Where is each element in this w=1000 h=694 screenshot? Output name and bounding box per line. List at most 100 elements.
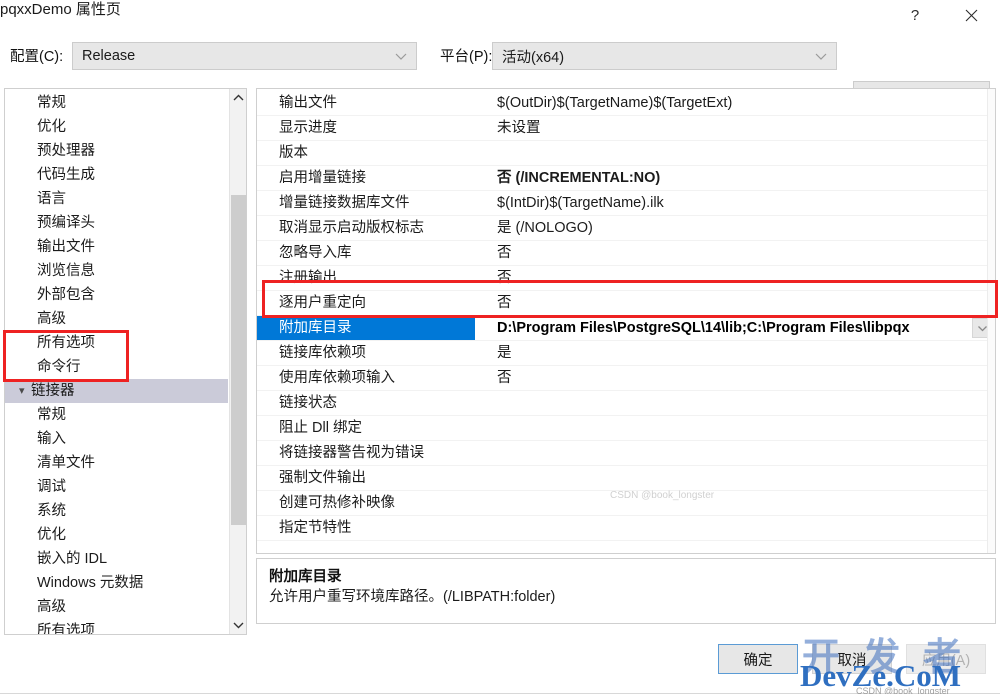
property-value: 否 [497,270,512,286]
property-value: 否 [497,245,512,261]
tree-item[interactable]: 所有选项 [5,331,228,355]
property-value: 是 (/NOLOGO) [497,220,593,236]
settings-tree-panel: 常规优化预处理器代码生成语言预编译头输出文件浏览信息外部包含高级所有选项命令行链… [4,88,247,635]
property-row[interactable]: 取消显示启动版权标志 是 (/NOLOGO) [257,216,995,241]
dialog-footer: 确定 取消 应用(A) [0,636,1000,694]
property-row[interactable]: 逐用户重定向 否 [257,291,995,316]
tree-item[interactable]: 高级 [5,595,228,619]
platform-value: 活动(x64) [502,49,565,66]
tree-item[interactable]: 链接器 [5,379,228,403]
apply-button[interactable]: 应用(A) [906,644,986,674]
description-panel: 附加库目录 允许用户重写环境库路径。(/LIBPATH:folder) [256,558,996,624]
property-name: 附加库目录 [257,316,475,340]
chevron-down-icon [395,53,407,60]
property-row[interactable]: 将链接器警告视为错误 [257,441,995,466]
tree-item[interactable]: 调试 [5,475,228,499]
property-name: 显示进度 [279,120,337,136]
tree-item[interactable]: 输出文件 [5,235,228,259]
tree-scrollbar-thumb[interactable] [231,195,246,525]
close-button[interactable] [948,0,994,31]
property-name: 输出文件 [279,95,337,111]
tree-item[interactable]: 系统 [5,499,228,523]
tree-item[interactable]: 嵌入的 IDL [5,547,228,571]
tree-scrollbar[interactable] [229,89,246,634]
tree-item-label: 输入 [37,431,66,447]
tree-item-label: 高级 [37,311,66,327]
property-value: 未设置 [497,120,541,136]
chevron-down-icon [977,326,987,332]
property-name: 链接库依赖项 [279,345,366,361]
tree-item[interactable]: 优化 [5,115,228,139]
property-name: 取消显示启动版权标志 [279,220,424,236]
tree-item-label: 清单文件 [37,455,95,471]
description-body: 允许用户重写环境库路径。(/LIBPATH:folder) [269,589,556,605]
tree-item[interactable]: 常规 [5,91,228,115]
tree-item[interactable]: 常规 [5,403,228,427]
tree-scroll-down-button[interactable] [230,616,246,634]
property-grid-scrollbar[interactable] [987,89,995,553]
property-name: 链接状态 [279,395,337,411]
property-grid-panel: 输出文件 $(OutDir)$(TargetName)$(TargetExt) 显示… [256,88,996,554]
tree-item-label: 输出文件 [37,239,95,255]
tree-item-label: 调试 [37,479,66,495]
property-row[interactable]: 附加库目录 D:\Program Files\PostgreSQL\14\lib;… [257,316,995,341]
property-row[interactable]: 指定节特性 [257,516,995,541]
tree-item-label: 常规 [37,95,66,111]
property-row[interactable]: 强制文件输出 [257,466,995,491]
property-row[interactable]: 注册输出 否 [257,266,995,291]
property-row[interactable]: 启用增量链接 否 (/INCREMENTAL:NO) [257,166,995,191]
tree-item-label: 链接器 [31,383,75,399]
tree-item[interactable]: 预处理器 [5,139,228,163]
property-row[interactable]: 链接库依赖项 是 [257,341,995,366]
property-grid: 输出文件 $(OutDir)$(TargetName)$(TargetExt) 显示… [257,91,995,541]
tree-item-label: 系统 [37,503,66,519]
tree-item[interactable]: 预编译头 [5,211,228,235]
property-row[interactable]: 显示进度 未设置 [257,116,995,141]
tree-item[interactable]: 代码生成 [5,163,228,187]
property-name: 阻止 Dll 绑定 [279,420,362,436]
property-row[interactable]: 增量链接数据库文件 $(IntDir)$(TargetName).ilk [257,191,995,216]
tree-item-label: 常规 [37,407,66,423]
property-row[interactable]: 阻止 Dll 绑定 [257,416,995,441]
property-name: 逐用户重定向 [279,295,366,311]
platform-combobox[interactable]: 活动(x64) [492,42,837,70]
tree-item-label: 浏览信息 [37,263,95,279]
chevron-down-icon [815,53,827,60]
tree-item[interactable]: 高级 [5,307,228,331]
ok-button[interactable]: 确定 [718,644,798,674]
property-name: 忽略导入库 [279,245,352,261]
tree-item[interactable]: 命令行 [5,355,228,379]
platform-label: 平台(P): [440,49,493,65]
tree-item[interactable]: 所有选项 [5,619,228,634]
expander-open-icon[interactable] [19,379,31,403]
configuration-combobox[interactable]: Release [72,42,417,70]
property-row[interactable]: 输出文件 $(OutDir)$(TargetName)$(TargetExt) [257,91,995,116]
tree-item[interactable]: 外部包含 [5,283,228,307]
tree-item[interactable]: 输入 [5,427,228,451]
chevron-down-icon [233,622,244,629]
tree-item[interactable]: 语言 [5,187,228,211]
close-icon [965,9,977,22]
property-row[interactable]: 忽略导入库 否 [257,241,995,266]
property-name: 启用增量链接 [279,170,366,186]
tree-item[interactable]: 清单文件 [5,451,228,475]
tree-item-label: 命令行 [37,359,81,375]
cancel-button[interactable]: 取消 [812,644,892,674]
tree-item[interactable]: 优化 [5,523,228,547]
configuration-label: 配置(C): [10,49,64,65]
help-button[interactable]: ? [892,0,938,31]
property-row[interactable]: 版本 [257,141,995,166]
property-row[interactable]: 使用库依赖项输入 否 [257,366,995,391]
tree-item-label: 高级 [37,599,66,615]
property-name: 增量链接数据库文件 [279,195,410,211]
property-row[interactable]: 链接状态 [257,391,995,416]
property-row[interactable]: 创建可热修补映像 [257,491,995,516]
property-name: 指定节特性 [279,520,352,536]
settings-tree: 常规优化预处理器代码生成语言预编译头输出文件浏览信息外部包含高级所有选项命令行链… [5,89,228,634]
tree-scroll-up-button[interactable] [230,89,246,107]
tree-item[interactable]: Windows 元数据 [5,571,228,595]
property-name: 创建可热修补映像 [279,495,395,511]
tree-item[interactable]: 浏览信息 [5,259,228,283]
question-mark-icon: ? [910,7,920,24]
property-value-editor[interactable]: D:\Program Files\PostgreSQL\14\lib;C:\Pr… [497,316,965,340]
